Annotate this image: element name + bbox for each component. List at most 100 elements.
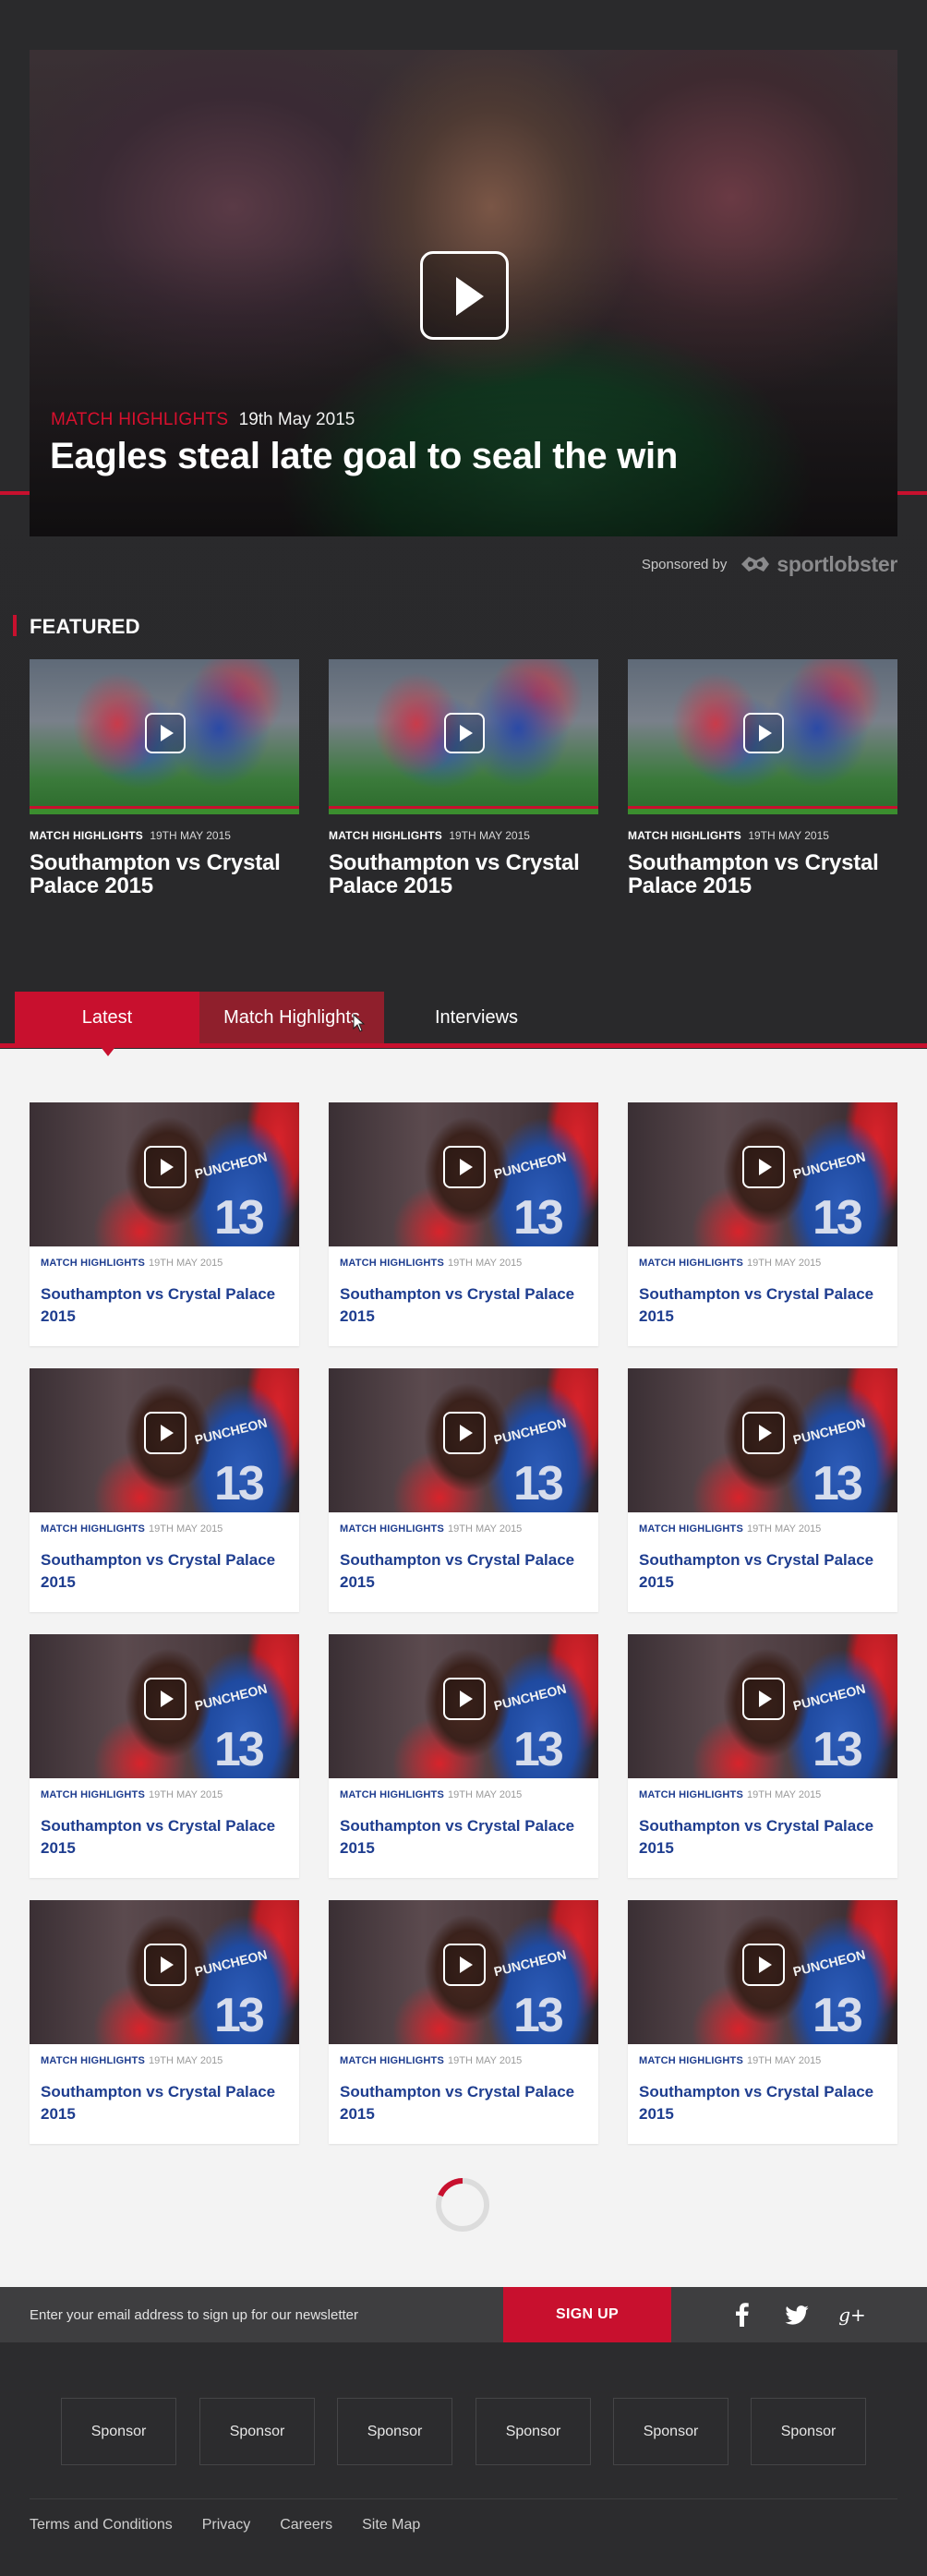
video-card[interactable]: PUNCHEON 13 MATCH HIGHLIGHTS 19TH MAY 2015 S… [628,1634,897,1878]
play-icon[interactable] [145,713,186,753]
sportlobster-logo[interactable]: sportlobster [738,552,897,577]
video-title[interactable]: Southampton vs Crystal Palace 2015 [41,2081,292,2125]
featured-date: 19TH MAY 2015 [150,829,231,842]
sign-up-button[interactable]: SIGN UP [503,2287,671,2342]
footer-link-terms[interactable]: Terms and Conditions [30,2517,173,2534]
footer-link-site-map[interactable]: Site Map [362,2517,420,2534]
sponsor-logo[interactable]: Sponsor [337,2398,452,2465]
video-thumbnail[interactable]: PUNCHEON 13 [30,1368,299,1512]
video-title[interactable]: Southampton vs Crystal Palace 2015 [340,1283,591,1328]
tab-bar: Latest Match Highlights Interviews [15,992,569,1056]
video-title[interactable]: Southampton vs Crystal Palace 2015 [41,1283,292,1328]
play-icon[interactable] [443,1678,486,1720]
shirt-name: PUNCHEON [492,1414,568,1448]
video-card[interactable]: PUNCHEON 13 MATCH HIGHLIGHTS 19TH MAY 2015 S… [329,1102,598,1346]
featured-thumbnail[interactable] [329,659,598,814]
video-card[interactable]: PUNCHEON 13 MATCH HIGHLIGHTS 19TH MAY 2015 S… [30,1900,299,2144]
tab-interviews[interactable]: Interviews [384,992,569,1043]
twitter-icon[interactable] [778,2287,815,2342]
video-category: MATCH HIGHLIGHTS [41,1258,145,1269]
video-category: MATCH HIGHLIGHTS [639,1789,743,1800]
video-title[interactable]: Southampton vs Crystal Palace 2015 [639,1549,890,1594]
video-title[interactable]: Southampton vs Crystal Palace 2015 [639,1815,890,1860]
video-title[interactable]: Southampton vs Crystal Palace 2015 [41,1549,292,1594]
video-card[interactable]: PUNCHEON 13 MATCH HIGHLIGHTS 19TH MAY 2015 S… [628,1900,897,2144]
sponsor-logo[interactable]: Sponsor [61,2398,176,2465]
tab-latest[interactable]: Latest [15,992,199,1056]
google-plus-icon[interactable]: g+ [834,2287,871,2342]
video-card[interactable]: PUNCHEON 13 MATCH HIGHLIGHTS 19TH MAY 2015 S… [30,1368,299,1612]
sponsor-logo[interactable]: Sponsor [751,2398,866,2465]
video-category: MATCH HIGHLIGHTS [340,1258,444,1269]
featured-card[interactable]: MATCH HIGHLIGHTS 19TH MAY 2015 Southampt… [30,659,299,897]
video-card[interactable]: PUNCHEON 13 MATCH HIGHLIGHTS 19TH MAY 2015 S… [329,1900,598,2144]
video-thumbnail[interactable]: PUNCHEON 13 [30,1634,299,1778]
video-title[interactable]: Southampton vs Crystal Palace 2015 [41,1815,292,1860]
video-date: 19TH MAY 2015 [149,1258,223,1269]
featured-title[interactable]: Southampton vs Crystal Palace 2015 [628,851,897,897]
sponsor-logo[interactable]: Sponsor [199,2398,315,2465]
video-title[interactable]: Southampton vs Crystal Palace 2015 [639,2081,890,2125]
newsletter-email-input[interactable] [0,2287,503,2342]
tab-label: Match Highlights [223,1006,360,1028]
featured-thumbnail[interactable] [30,659,299,814]
play-icon[interactable] [144,1944,187,1986]
facebook-icon[interactable] [724,2287,761,2342]
play-icon[interactable] [144,1678,187,1720]
footer-link-careers[interactable]: Careers [280,2517,332,2534]
video-card[interactable]: PUNCHEON 13 MATCH HIGHLIGHTS 19TH MAY 2015 S… [329,1368,598,1612]
shirt-number: 13 [214,1723,265,1776]
video-thumbnail[interactable]: PUNCHEON 13 [628,1634,897,1778]
video-title[interactable]: Southampton vs Crystal Palace 2015 [340,1549,591,1594]
video-thumbnail[interactable]: PUNCHEON 13 [329,1634,598,1778]
footer-divider [30,2498,897,2499]
play-icon[interactable] [420,251,509,340]
featured-accent-bar [13,615,17,636]
video-thumbnail[interactable]: PUNCHEON 13 [628,1368,897,1512]
shirt-number: 13 [214,1191,265,1245]
featured-card[interactable]: MATCH HIGHLIGHTS 19TH MAY 2015 Southampt… [329,659,598,897]
featured-thumbnail[interactable] [628,659,897,814]
video-card[interactable]: PUNCHEON 13 MATCH HIGHLIGHTS 19TH MAY 2015 S… [628,1102,897,1346]
video-thumbnail[interactable]: PUNCHEON 13 [30,1102,299,1246]
video-thumbnail[interactable]: PUNCHEON 13 [329,1900,598,2044]
play-icon[interactable] [743,713,784,753]
shirt-number: 13 [513,1457,564,1511]
active-tab-arrow [98,1043,118,1056]
play-icon[interactable] [144,1412,187,1454]
shirt-number: 13 [214,1989,265,2042]
video-thumbnail[interactable]: PUNCHEON 13 [329,1102,598,1246]
video-thumbnail[interactable]: PUNCHEON 13 [30,1900,299,2044]
video-title[interactable]: Southampton vs Crystal Palace 2015 [340,1815,591,1860]
video-card[interactable]: PUNCHEON 13 MATCH HIGHLIGHTS 19TH MAY 2015 S… [329,1634,598,1878]
video-title[interactable]: Southampton vs Crystal Palace 2015 [340,2081,591,2125]
featured-title[interactable]: Southampton vs Crystal Palace 2015 [329,851,598,897]
video-thumbnail[interactable]: PUNCHEON 13 [329,1368,598,1512]
shirt-number: 13 [513,1723,564,1776]
featured-card[interactable]: MATCH HIGHLIGHTS 19TH MAY 2015 Southampt… [628,659,897,897]
shirt-number: 13 [214,1457,265,1511]
sponsor-logo[interactable]: Sponsor [476,2398,591,2465]
featured-title[interactable]: Southampton vs Crystal Palace 2015 [30,851,299,897]
video-thumbnail[interactable]: PUNCHEON 13 [628,1900,897,2044]
play-icon[interactable] [444,713,485,753]
video-title[interactable]: Southampton vs Crystal Palace 2015 [639,1283,890,1328]
play-icon[interactable] [144,1146,187,1188]
video-card[interactable]: PUNCHEON 13 MATCH HIGHLIGHTS 19TH MAY 2015 S… [30,1634,299,1878]
video-card[interactable]: PUNCHEON 13 MATCH HIGHLIGHTS 19TH MAY 2015 S… [30,1102,299,1346]
play-icon[interactable] [443,1146,486,1188]
play-icon[interactable] [742,1146,785,1188]
hero-title[interactable]: Eagles steal late goal to seal the win [50,436,678,477]
play-icon[interactable] [443,1412,486,1454]
shirt-name: PUNCHEON [791,1414,867,1448]
video-thumbnail[interactable]: PUNCHEON 13 [628,1102,897,1246]
play-icon[interactable] [742,1944,785,1986]
play-icon[interactable] [742,1412,785,1454]
play-icon[interactable] [742,1678,785,1720]
hero-video[interactable]: MATCH HIGHLIGHTS 19th May 2015 Eagles st… [30,50,897,536]
video-card[interactable]: PUNCHEON 13 MATCH HIGHLIGHTS 19TH MAY 2015 S… [628,1368,897,1612]
footer-link-privacy[interactable]: Privacy [202,2517,250,2534]
video-category: MATCH HIGHLIGHTS [639,1523,743,1535]
play-icon[interactable] [443,1944,486,1986]
sponsor-logo[interactable]: Sponsor [613,2398,728,2465]
